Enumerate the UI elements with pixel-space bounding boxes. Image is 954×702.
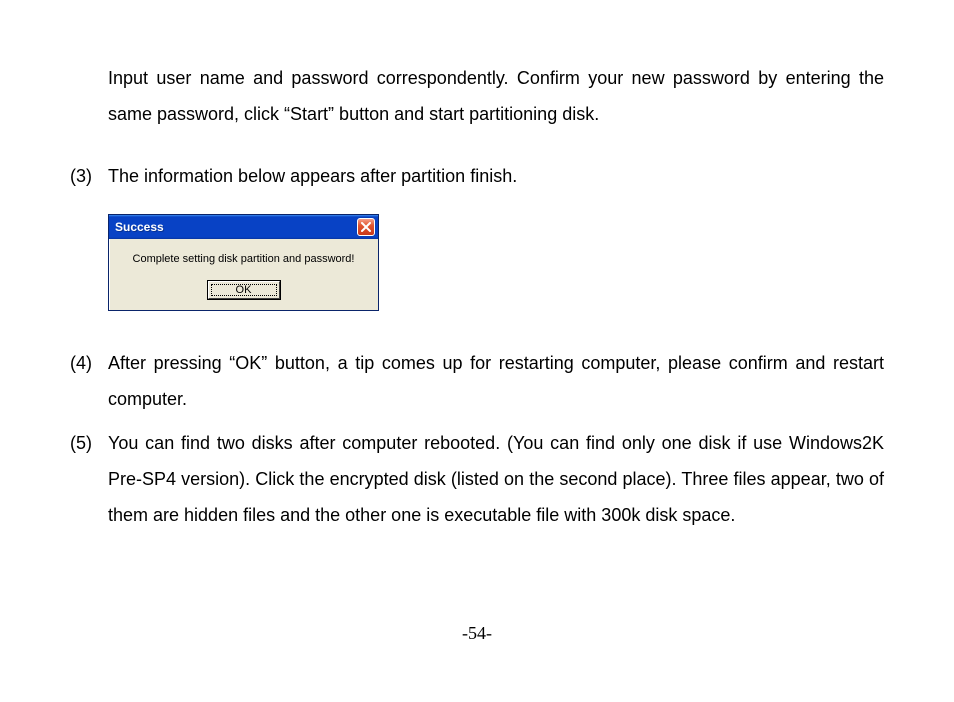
paragraph-continuation: Input user name and password corresponde… [108,60,884,132]
dialog-body: Complete setting disk partition and pass… [109,239,378,309]
list-item-3: (3) The information below appears after … [70,158,884,194]
list-text: After pressing “OK” button, a tip comes … [108,345,884,417]
dialog-screenshot: Success Complete setting disk partition … [108,214,884,311]
dialog-message: Complete setting disk partition and pass… [117,253,370,265]
list-item-4: (4) After pressing “OK” button, a tip co… [70,345,884,417]
list-marker: (5) [70,425,108,533]
success-dialog: Success Complete setting disk partition … [108,214,379,311]
close-icon[interactable] [357,218,375,236]
list-item-5: (5) You can find two disks after compute… [70,425,884,533]
dialog-title: Success [115,220,164,234]
ok-button[interactable]: OK [208,281,280,299]
list-marker: (4) [70,345,108,417]
dialog-titlebar: Success [109,215,378,239]
list-marker: (3) [70,158,108,194]
page-number: -54- [0,623,954,644]
list-text: You can find two disks after computer re… [108,425,884,533]
list-text: The information below appears after part… [108,158,884,194]
